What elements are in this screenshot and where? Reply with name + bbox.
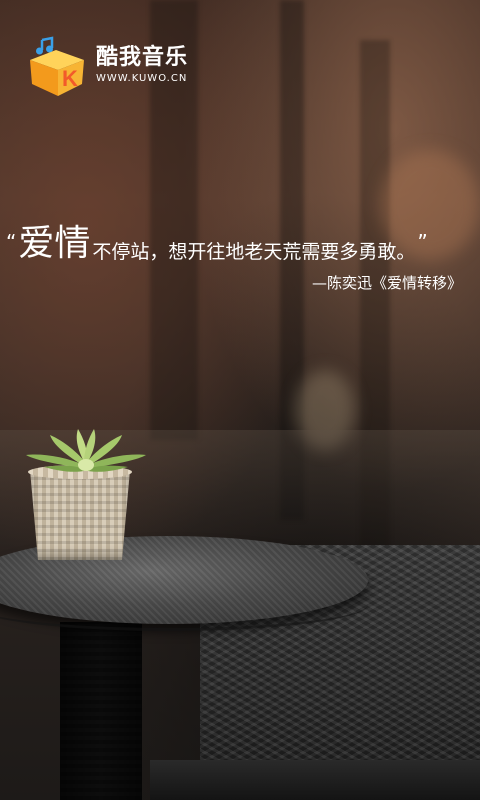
app-name: 酷我音乐 — [96, 45, 189, 70]
quote-open-mark: “ — [6, 230, 17, 254]
quote-emphasis: 爱情 — [18, 223, 91, 264]
succulent-plant — [26, 429, 146, 472]
quote-close-mark: ” — [417, 230, 428, 254]
chair-seat — [150, 760, 480, 800]
logo-text: 酷我音乐 WWW.KUWO.CN — [96, 45, 188, 85]
kuwo-cube-icon: K — [26, 34, 88, 96]
splash-screen: K 酷我音乐 WWW.KUWO.CN “ 爱情 不停站，想开往地老天荒需要多勇敢… — [0, 0, 480, 800]
app-url: WWW.KUWO.CN — [96, 73, 188, 84]
quote-attribution: —陈奕迅《爱情转移》 — [311, 274, 462, 292]
lyric-quote: “ 爱情 不停站，想开往地老天荒需要多勇敢。 ” —陈奕迅《爱情转移》 — [6, 222, 478, 292]
wicker-pot — [30, 470, 130, 560]
quote-text: 不停站，想开往地老天荒需要多勇敢。 — [92, 241, 416, 263]
logo-letter: K — [62, 66, 78, 91]
table-leg — [60, 622, 142, 800]
app-logo: K 酷我音乐 WWW.KUWO.CN — [26, 34, 188, 96]
